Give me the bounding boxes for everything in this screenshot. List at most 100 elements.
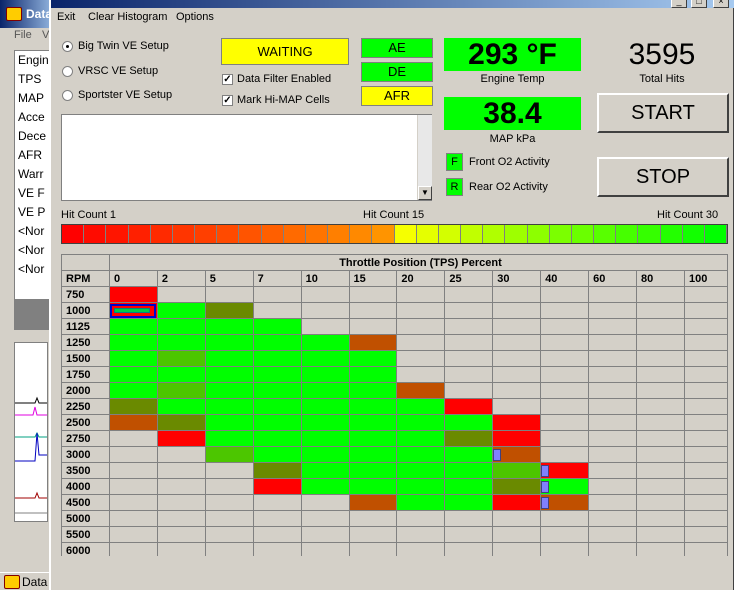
histogram-cell[interactable] xyxy=(396,382,446,399)
histogram-cell[interactable] xyxy=(204,526,254,543)
histogram-cell[interactable] xyxy=(444,334,494,351)
histogram-cell[interactable] xyxy=(156,398,206,415)
histogram-cell[interactable] xyxy=(252,446,302,463)
histogram-cell[interactable] xyxy=(396,462,446,479)
histogram-cell[interactable] xyxy=(492,462,542,479)
histogram-cell[interactable] xyxy=(348,478,398,495)
histogram-cell[interactable] xyxy=(444,430,494,447)
histogram-cell[interactable] xyxy=(588,366,638,383)
histogram-cell[interactable] xyxy=(636,430,685,447)
histogram-cell[interactable] xyxy=(252,414,302,431)
histogram-cell[interactable] xyxy=(444,526,494,543)
title-bar[interactable]: _ □ × xyxy=(51,0,734,8)
histogram-cell[interactable] xyxy=(108,494,158,511)
histogram-cell[interactable] xyxy=(348,382,398,399)
histogram-cell[interactable] xyxy=(396,302,446,319)
histogram-cell[interactable] xyxy=(444,510,494,527)
histogram-cell[interactable] xyxy=(252,526,302,543)
histogram-cell[interactable] xyxy=(492,510,542,527)
histogram-cell[interactable] xyxy=(252,430,302,447)
histogram-cell[interactable] xyxy=(636,350,685,367)
histogram-cell[interactable] xyxy=(540,318,590,335)
histogram-cell[interactable] xyxy=(156,430,206,447)
histogram-cell[interactable] xyxy=(588,382,638,399)
histogram-cell[interactable] xyxy=(444,366,494,383)
histogram-cell[interactable] xyxy=(300,478,350,495)
background-menu-file[interactable]: File xyxy=(14,29,32,41)
histogram-cell[interactable] xyxy=(204,542,254,556)
histogram-cell[interactable] xyxy=(108,526,158,543)
histogram-cell[interactable] xyxy=(252,334,302,351)
taskbar-label[interactable]: Data xyxy=(22,575,47,589)
histogram-cell[interactable] xyxy=(204,318,254,335)
histogram-cell[interactable] xyxy=(108,462,158,479)
histogram-cell[interactable] xyxy=(396,350,446,367)
histogram-cell[interactable] xyxy=(348,542,398,556)
histogram-cell[interactable] xyxy=(108,510,158,527)
histogram-cell[interactable] xyxy=(540,414,590,431)
histogram-cell[interactable] xyxy=(540,302,590,319)
histogram-cell[interactable] xyxy=(204,398,254,415)
histogram-cell[interactable] xyxy=(348,446,398,463)
histogram-cell[interactable] xyxy=(252,382,302,399)
histogram-cell[interactable] xyxy=(108,286,158,303)
histogram-cell[interactable] xyxy=(300,414,350,431)
mark-hi-map-checkbox[interactable]: ✓ Mark Hi-MAP Cells xyxy=(222,94,330,106)
histogram-cell[interactable] xyxy=(252,286,302,303)
memo-scrollbar[interactable]: ▼ xyxy=(417,115,432,200)
histogram-cell[interactable] xyxy=(683,334,728,351)
histogram-cell[interactable] xyxy=(588,478,638,495)
histogram-cell[interactable] xyxy=(348,398,398,415)
histogram-cell[interactable] xyxy=(540,494,590,511)
histogram-cell[interactable] xyxy=(204,446,254,463)
histogram-cell[interactable] xyxy=(300,542,350,556)
histogram-cell[interactable] xyxy=(588,430,638,447)
histogram-cell[interactable] xyxy=(396,334,446,351)
histogram-cell[interactable] xyxy=(396,446,446,463)
histogram-cell[interactable] xyxy=(252,302,302,319)
histogram-cell[interactable] xyxy=(683,286,728,303)
close-button[interactable]: × xyxy=(713,0,729,8)
histogram-cell[interactable] xyxy=(636,414,685,431)
histogram-cell[interactable] xyxy=(540,478,590,495)
histogram-cell[interactable] xyxy=(444,494,494,511)
histogram-cell[interactable] xyxy=(636,318,685,335)
histogram-cell[interactable] xyxy=(396,542,446,556)
histogram-cell[interactable] xyxy=(492,446,542,463)
histogram-cell[interactable] xyxy=(156,318,206,335)
histogram-cell[interactable] xyxy=(396,318,446,335)
histogram-cell[interactable] xyxy=(683,510,728,527)
histogram-cell[interactable] xyxy=(348,510,398,527)
histogram-cell[interactable] xyxy=(540,462,590,479)
histogram-cell[interactable] xyxy=(156,510,206,527)
histogram-cell[interactable] xyxy=(444,398,494,415)
histogram-cell[interactable] xyxy=(108,334,158,351)
histogram-cell[interactable] xyxy=(540,430,590,447)
histogram-cell[interactable] xyxy=(156,478,206,495)
histogram-cell[interactable] xyxy=(636,542,685,556)
histogram-cell[interactable] xyxy=(300,446,350,463)
histogram-cell[interactable] xyxy=(252,350,302,367)
histogram-cell[interactable] xyxy=(108,302,158,319)
menu-clear-histogram[interactable]: Clear Histogram xyxy=(88,11,167,23)
histogram-cell[interactable] xyxy=(636,398,685,415)
histogram-cell[interactable] xyxy=(540,286,590,303)
histogram-cell[interactable] xyxy=(588,542,638,556)
histogram-cell[interactable] xyxy=(348,350,398,367)
histogram-cell[interactable] xyxy=(108,414,158,431)
histogram-cell[interactable] xyxy=(108,350,158,367)
histogram-cell[interactable] xyxy=(252,494,302,511)
histogram-cell[interactable] xyxy=(492,542,542,556)
histogram-cell[interactable] xyxy=(156,542,206,556)
histogram-cell[interactable] xyxy=(444,542,494,556)
minimize-button[interactable]: _ xyxy=(671,0,687,8)
histogram-cell[interactable] xyxy=(492,350,542,367)
histogram-cell[interactable] xyxy=(300,430,350,447)
histogram-cell[interactable] xyxy=(636,446,685,463)
histogram-cell[interactable] xyxy=(492,414,542,431)
histogram-cell[interactable] xyxy=(156,446,206,463)
histogram-cell[interactable] xyxy=(444,462,494,479)
histogram-cell[interactable] xyxy=(540,366,590,383)
histogram-cell[interactable] xyxy=(444,446,494,463)
histogram-cell[interactable] xyxy=(492,430,542,447)
